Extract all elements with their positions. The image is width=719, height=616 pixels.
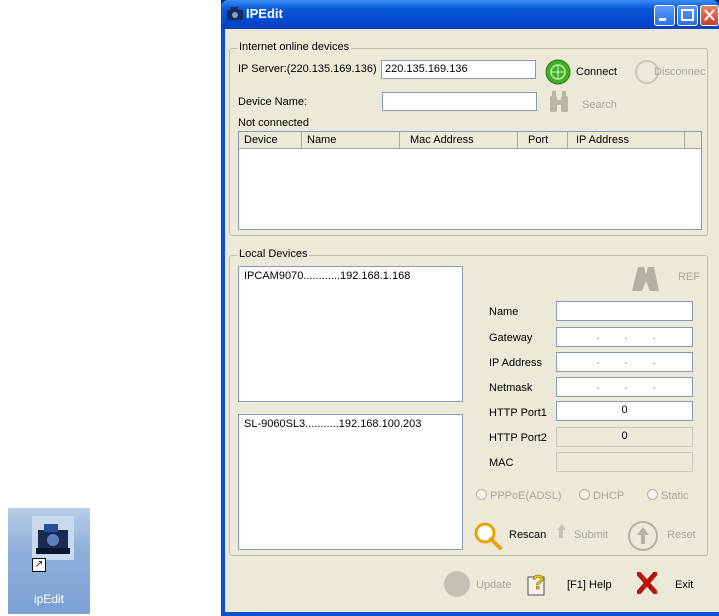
submit-button[interactable]: Submit <box>574 529 608 541</box>
ip-address-label: IP Address <box>489 357 542 369</box>
column-port[interactable]: Port <box>518 132 568 148</box>
radio-circle <box>476 489 487 500</box>
ip-address-input[interactable]: . . . <box>556 352 693 372</box>
maximize-button[interactable] <box>677 5 698 26</box>
column-name[interactable]: Name <box>302 132 400 148</box>
connection-status: Not connected <box>238 117 309 129</box>
window-title: IPEdit <box>246 6 283 21</box>
listview-header: Device Name Mac Address Port IP Address <box>239 132 701 149</box>
radio-pppoe[interactable]: PPPoE(ADSL) <box>476 489 562 502</box>
list-item[interactable]: SL-9060SL3...........192.168.100.203 <box>239 415 462 430</box>
search-button[interactable]: Search <box>582 99 617 111</box>
rescan-magnifier-icon <box>474 522 502 550</box>
title-bar[interactable] <box>221 0 719 29</box>
ip-server-label: IP Server:(220.135.169.136) <box>238 63 377 75</box>
shortcut-arrow-icon: ↗ <box>32 558 46 572</box>
radio-static-label: Static <box>661 490 689 502</box>
http-port1-input[interactable]: 0 <box>556 401 693 421</box>
svg-text:?: ? <box>532 572 544 594</box>
search-binoculars-icon <box>550 91 568 112</box>
device-name-input[interactable] <box>382 92 537 111</box>
close-button[interactable] <box>700 5 719 26</box>
window-border-bottom <box>221 612 719 616</box>
ip-server-input[interactable]: 220.135.169.136 <box>381 60 536 79</box>
shortcut-label: ipEdit <box>33 592 65 606</box>
exit-x-icon <box>637 572 657 594</box>
name-label: Name <box>489 306 519 318</box>
name-input[interactable] <box>556 301 693 321</box>
desktop-shortcut-ipedit[interactable]: ↗ ipEdit <box>8 508 90 614</box>
local-devices-legend: Local Devices <box>237 248 310 260</box>
column-mac-address[interactable]: Mac Address <box>400 132 518 148</box>
ref-button[interactable]: REF <box>678 271 700 283</box>
online-devices-listview[interactable]: Device Name Mac Address Port IP Address <box>238 131 702 230</box>
http-port2-label: HTTP Port2 <box>489 432 547 444</box>
radio-dhcp[interactable]: DHCP <box>579 489 624 502</box>
submit-icon <box>557 524 566 538</box>
http-port2-input[interactable]: 0 <box>556 427 693 447</box>
connect-button[interactable]: Connect <box>576 66 617 78</box>
rescan-button[interactable]: Rescan <box>509 529 546 541</box>
mac-label: MAC <box>489 457 514 469</box>
radio-dhcp-label: DHCP <box>593 490 625 502</box>
list-item[interactable]: IPCAM9070............192.168.1.168 <box>239 267 462 282</box>
minimize-button[interactable] <box>654 5 675 26</box>
column-filler <box>685 132 701 148</box>
reset-button[interactable]: Reset <box>667 529 696 541</box>
internet-devices-legend: Internet online devices <box>237 41 352 53</box>
camera-app-icon <box>32 516 74 560</box>
mac-input[interactable] <box>556 452 693 472</box>
reset-arrow-icon <box>628 521 658 551</box>
gateway-ip-input[interactable]: . . . <box>556 327 693 347</box>
close-icon <box>704 9 715 21</box>
connect-globe-icon <box>545 59 571 85</box>
ref-binoculars-icon <box>632 267 659 291</box>
help-button[interactable]: [F1] Help <box>567 579 612 591</box>
radio-pppoe-label: PPPoE(ADSL) <box>490 490 562 502</box>
disconnect-button[interactable]: Disconnec <box>654 66 708 78</box>
local-devices-list-1[interactable]: IPCAM9070............192.168.1.168 <box>238 266 463 402</box>
http-port1-label: HTTP Port1 <box>489 407 547 419</box>
help-icon: ? <box>527 572 545 596</box>
exit-button[interactable]: Exit <box>675 579 693 591</box>
radio-circle <box>647 489 658 500</box>
update-icon <box>444 571 470 597</box>
device-name-label: Device Name: <box>238 96 308 108</box>
minimize-icon <box>659 18 666 21</box>
radio-static[interactable]: Static <box>647 489 689 502</box>
column-device[interactable]: Device <box>239 132 302 148</box>
local-devices-list-2[interactable]: SL-9060SL3...........192.168.100.203 <box>238 414 463 550</box>
camera-title-icon <box>227 7 243 20</box>
maximize-icon <box>681 9 694 21</box>
radio-circle <box>579 489 590 500</box>
netmask-input[interactable]: . . . <box>556 377 693 397</box>
netmask-label: Netmask <box>489 382 533 394</box>
gateway-label: Gateway <box>489 332 533 344</box>
update-button[interactable]: Update <box>476 579 511 591</box>
column-ip-address[interactable]: IP Address <box>568 132 685 148</box>
